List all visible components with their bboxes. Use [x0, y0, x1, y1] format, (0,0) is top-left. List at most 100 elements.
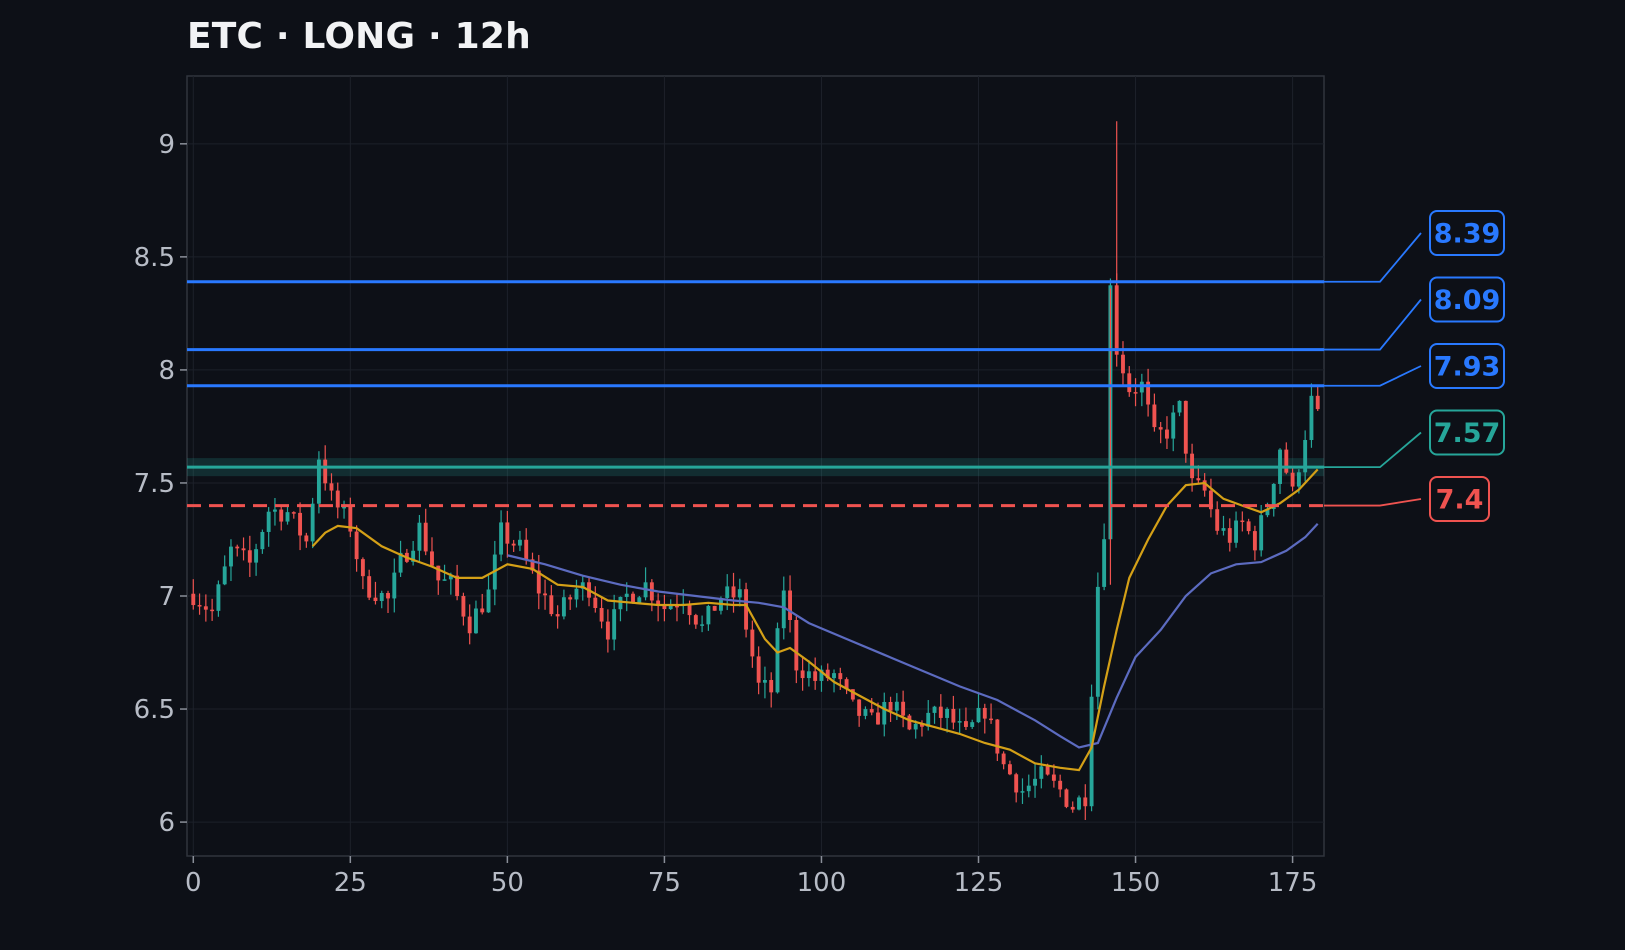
candle-body [298, 512, 303, 536]
candle-body [963, 721, 968, 727]
candle-body [725, 586, 730, 598]
candle-body [813, 671, 818, 681]
candle-body [1083, 797, 1088, 807]
candle-body [1221, 528, 1226, 531]
y-tick-label: 6.5 [134, 695, 175, 725]
candle-body [1020, 791, 1025, 793]
y-tick-label: 8.5 [134, 243, 175, 273]
candle-body [342, 506, 346, 509]
candle-body [1183, 400, 1188, 454]
y-tick-label: 9 [158, 130, 175, 160]
candle-body [788, 590, 792, 621]
candle-body [1121, 354, 1125, 374]
candle-body [832, 673, 836, 679]
candle-body [982, 707, 987, 719]
y-tick-label: 7 [158, 582, 175, 612]
candle-body [857, 699, 862, 716]
candle-body [266, 511, 271, 532]
candle-body [750, 629, 755, 657]
candle-body [203, 606, 208, 610]
candle-body [367, 576, 372, 598]
candle-body [1127, 373, 1132, 393]
candle-body [1033, 778, 1037, 786]
candle-body [505, 522, 510, 544]
level-label: 8.09 [1434, 285, 1501, 316]
candle-body [1309, 395, 1314, 441]
candle-body [1171, 412, 1176, 439]
candle-body [354, 531, 359, 560]
candle-body [291, 512, 296, 514]
candle-body [869, 709, 874, 713]
candle-body [637, 597, 642, 603]
candle-body [442, 579, 447, 581]
candle-body [882, 701, 887, 725]
candle-body [1177, 400, 1182, 413]
candle-body [241, 548, 246, 551]
candle-body [1215, 509, 1220, 531]
candle-body [1165, 429, 1169, 439]
candle-body [1014, 774, 1019, 793]
candle-body [605, 621, 610, 640]
candle-body [989, 718, 994, 721]
level-connector [1324, 232, 1422, 283]
candle-body [561, 597, 566, 617]
level-label: 7.4 [1436, 485, 1484, 516]
x-tick-label: 150 [1111, 868, 1161, 898]
candle-body [970, 722, 975, 727]
candle-body [222, 566, 227, 585]
candle-body [1026, 785, 1031, 792]
candle-body [876, 712, 880, 725]
candle-body [229, 546, 233, 567]
candle-body [888, 701, 893, 711]
candle-body [1315, 395, 1320, 410]
y-tick-label: 8 [158, 356, 175, 386]
candle-body [1007, 764, 1012, 775]
candle-body [612, 609, 617, 640]
candle-body [1077, 797, 1081, 810]
candle-body [423, 522, 428, 552]
candle-body [894, 701, 899, 711]
candle-body [712, 605, 717, 611]
candle-body [511, 543, 516, 546]
candle-body [543, 593, 548, 596]
candle-body [907, 715, 912, 730]
candle-body [568, 597, 573, 600]
candle-body [1064, 789, 1069, 807]
candle-body [379, 593, 384, 602]
candle-body [1095, 586, 1100, 697]
candle-body [1234, 520, 1239, 543]
candlestick-chart: 6 6.5 7 7.5 8 8.5 9 0 25 50 75 100 125 150 175 8.39 8.09… [134, 75, 1505, 898]
level-connector [1324, 498, 1422, 507]
x-tick-label: 0 [185, 868, 202, 898]
y-tick-label: 6 [158, 808, 175, 838]
candle-body [480, 608, 485, 613]
candle-body [310, 503, 315, 542]
candle-body [517, 539, 522, 546]
candle-body [1259, 515, 1264, 551]
candle-body [461, 596, 466, 617]
candle-body [1296, 472, 1301, 487]
candle-body [272, 509, 277, 512]
candle-body [1227, 528, 1232, 543]
candle-body [1039, 766, 1044, 779]
candle-body [524, 539, 529, 560]
candle-body [555, 614, 560, 617]
candle-body [838, 673, 843, 680]
x-tick-label: 175 [1268, 868, 1318, 898]
candle-body [1246, 521, 1251, 532]
candle-body [731, 586, 736, 598]
level-label: 8.39 [1434, 219, 1501, 250]
x-tick-label: 50 [491, 868, 524, 898]
candle-body [254, 549, 259, 563]
candle-body [624, 593, 629, 597]
level-label: 7.57 [1434, 418, 1501, 449]
candle-body [901, 701, 906, 716]
candle-body [800, 670, 805, 679]
candle-body [197, 605, 202, 607]
candle-body [1045, 766, 1050, 775]
candle-body [863, 709, 868, 716]
candle-body [668, 605, 673, 610]
x-tick-label: 100 [797, 868, 847, 898]
candle-body [769, 680, 774, 693]
candle-body [247, 550, 252, 563]
